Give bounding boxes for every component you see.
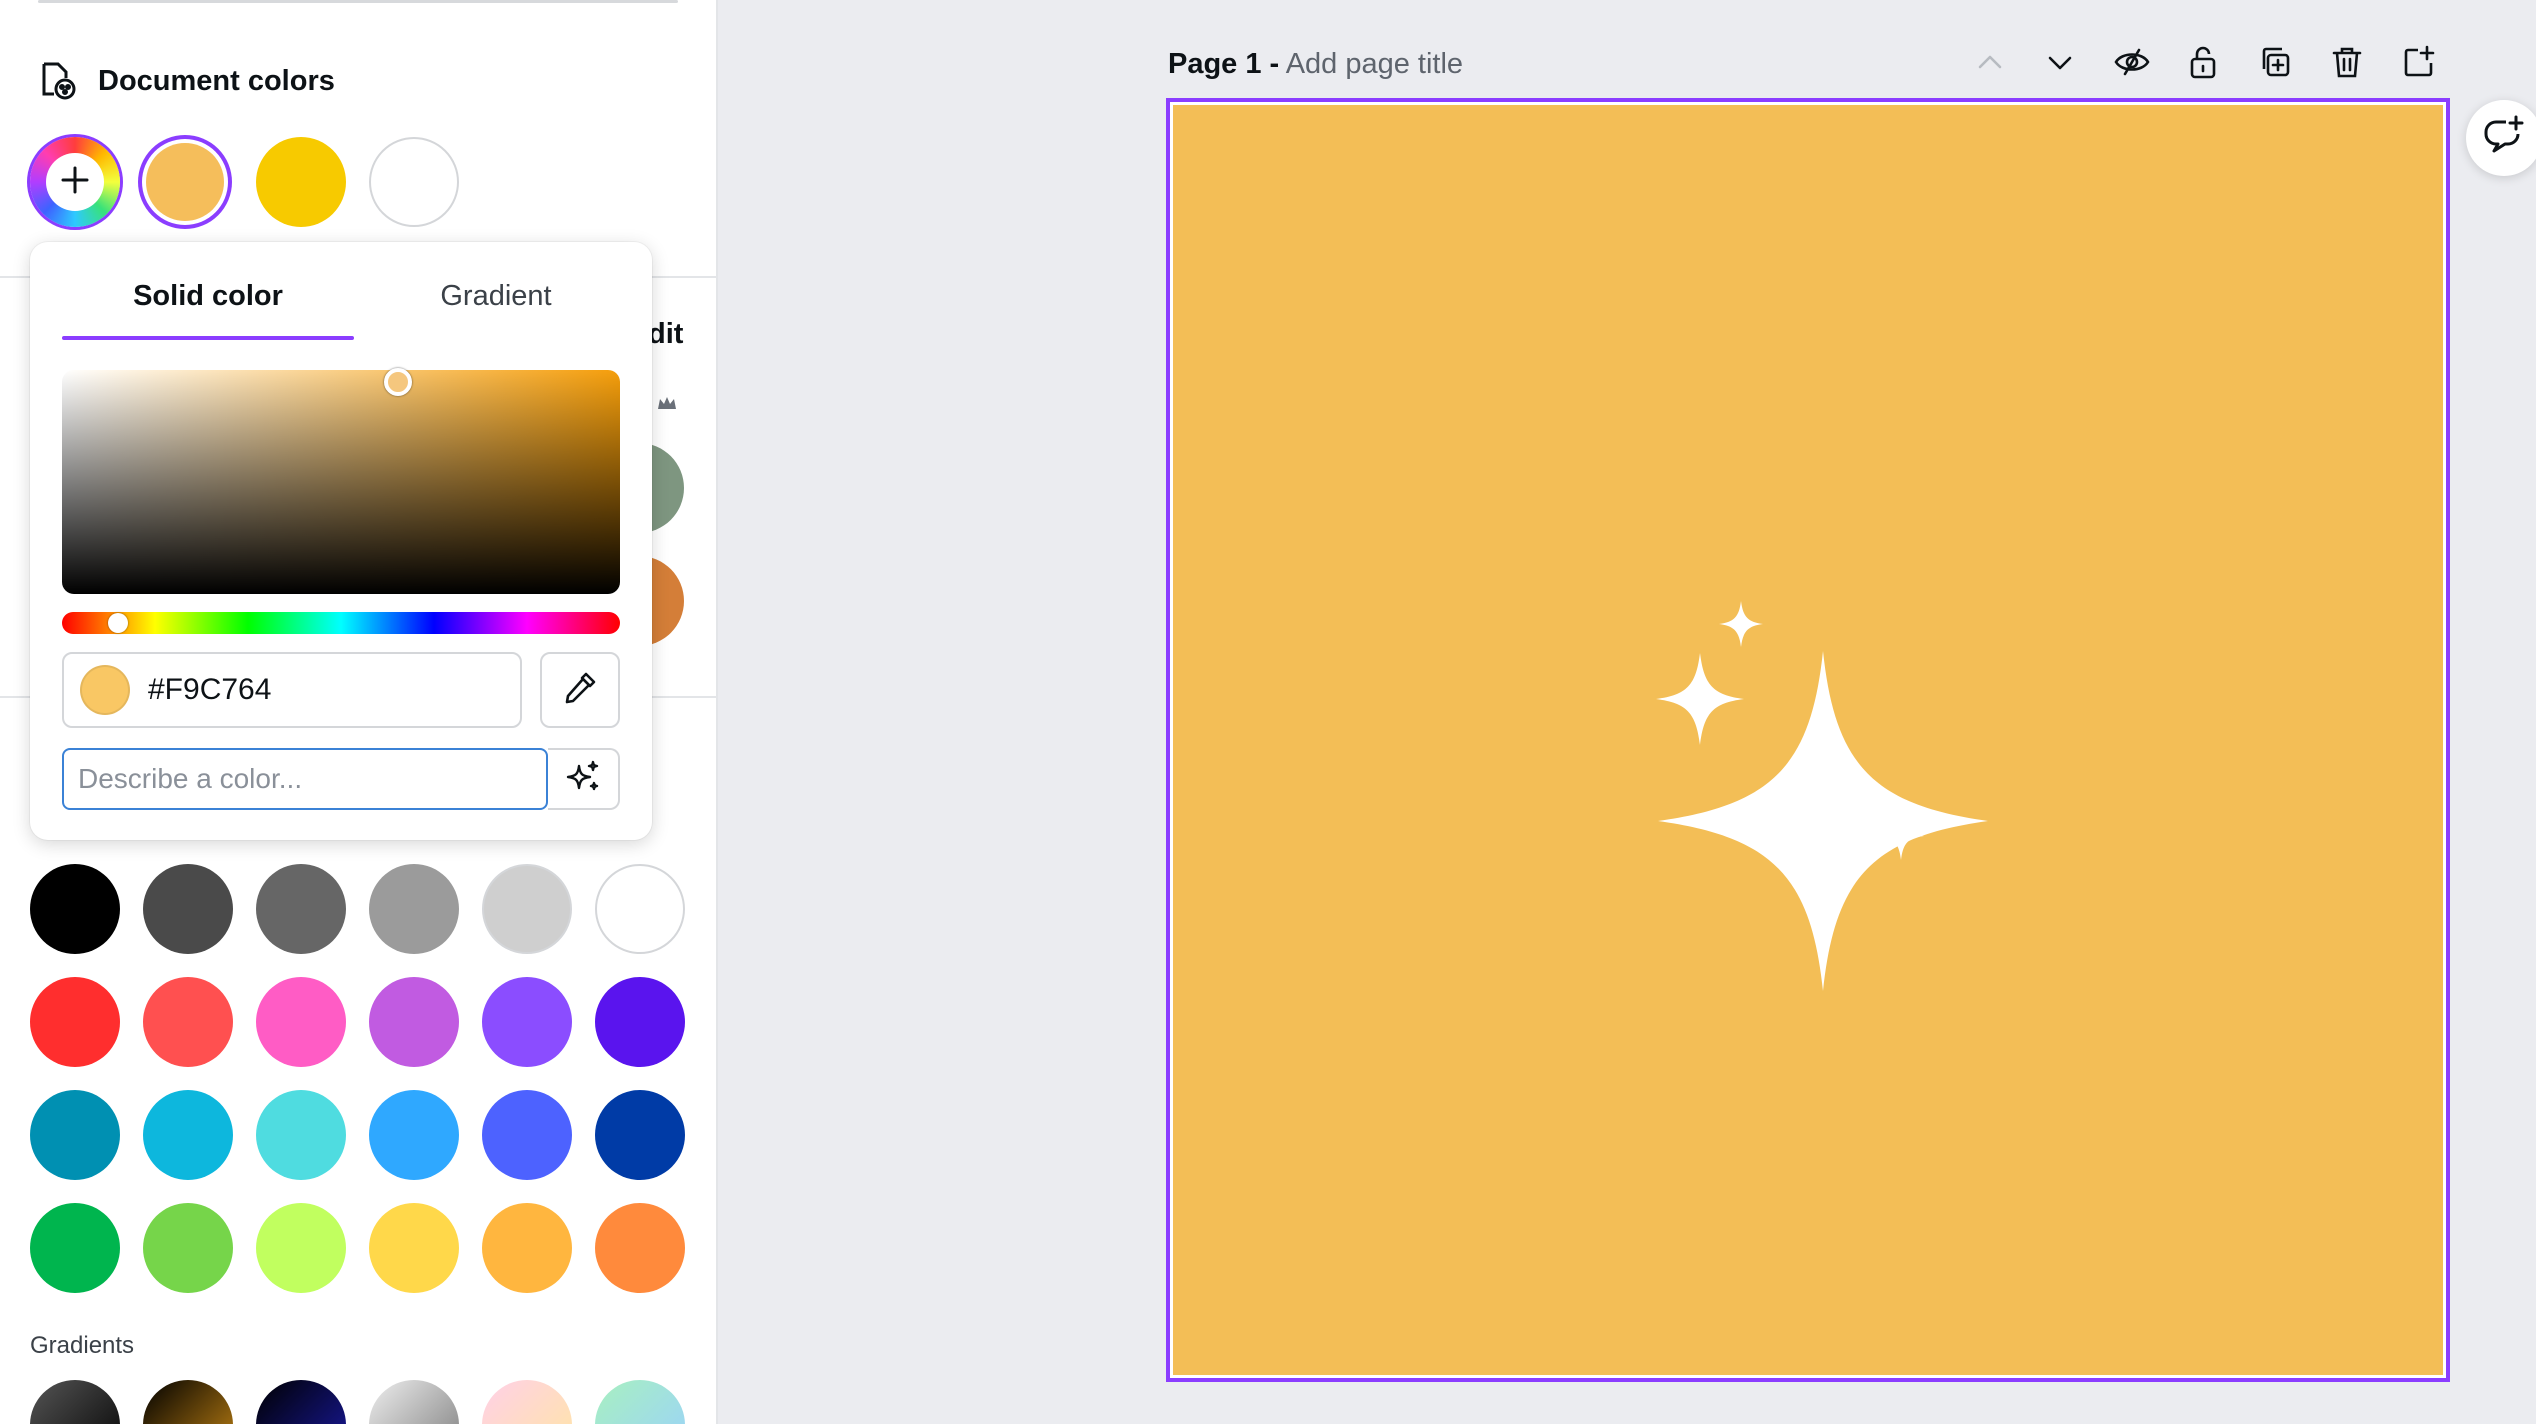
- sparkle-graphic[interactable]: [1173, 105, 2443, 1375]
- default-color-swatch[interactable]: [482, 1203, 572, 1293]
- default-color-swatch[interactable]: [482, 1090, 572, 1180]
- lock-icon: [2188, 44, 2218, 85]
- hex-color-field[interactable]: #F9C764: [62, 652, 522, 728]
- hue-slider-handle[interactable]: [107, 613, 128, 633]
- hex-value[interactable]: #F9C764: [148, 673, 271, 707]
- describe-color-input[interactable]: [62, 748, 548, 810]
- tab-gradient[interactable]: Gradient: [350, 280, 642, 320]
- eyedropper-button[interactable]: [540, 652, 620, 728]
- page-title-input[interactable]: Add page title: [1286, 48, 1463, 80]
- add-page-icon: [2402, 45, 2436, 84]
- add-comment-button[interactable]: [2466, 100, 2536, 176]
- move-page-down-button[interactable]: [2040, 44, 2080, 84]
- page-number-label: Page 1 -: [1168, 48, 1280, 80]
- saturation-handle[interactable]: [384, 368, 412, 396]
- default-color-swatch[interactable]: [256, 977, 346, 1067]
- default-color-swatch[interactable]: [143, 977, 233, 1067]
- default-color-swatch[interactable]: [482, 977, 572, 1067]
- saturation-brightness-field[interactable]: [62, 368, 620, 594]
- hide-page-button[interactable]: [2112, 44, 2152, 84]
- default-color-swatch[interactable]: [143, 1090, 233, 1180]
- default-color-swatch[interactable]: [369, 864, 459, 954]
- default-color-swatch[interactable]: [482, 864, 572, 954]
- page-background[interactable]: [1173, 105, 2443, 1375]
- default-color-swatch[interactable]: [143, 864, 233, 954]
- chevron-down-icon: [2045, 47, 2075, 82]
- add-color-button[interactable]: [30, 137, 120, 227]
- default-color-swatch[interactable]: [256, 1090, 346, 1180]
- page-header: Page 1 - Add page title: [1168, 48, 1463, 81]
- default-color-swatch[interactable]: [595, 1203, 685, 1293]
- document-palette-icon: [36, 58, 76, 105]
- current-color-chip: [80, 665, 130, 715]
- left-sparkle: [1656, 653, 1744, 745]
- default-color-swatch[interactable]: [595, 864, 685, 954]
- move-page-up-button[interactable]: [1970, 44, 2010, 84]
- color-picker-popover: Solid color Gradient #F9C764: [30, 242, 652, 840]
- document-colors-title: Document colors: [98, 65, 335, 97]
- gradient-swatch[interactable]: [256, 1380, 346, 1424]
- tab-solid-color[interactable]: Solid color: [62, 280, 354, 320]
- duplicate-page-button[interactable]: [2255, 44, 2295, 84]
- search-field-edge: [38, 0, 678, 3]
- default-color-swatch[interactable]: [595, 977, 685, 1067]
- add-page-button[interactable]: [2399, 44, 2439, 84]
- duplicate-page-icon: [2258, 45, 2292, 84]
- gradient-swatch[interactable]: [143, 1380, 233, 1424]
- default-color-swatch[interactable]: [30, 1090, 120, 1180]
- edit-link[interactable]: dit: [648, 318, 683, 351]
- top-sparkle: [1719, 601, 1763, 647]
- hue-slider[interactable]: [62, 612, 620, 634]
- add-comment-icon: [2482, 114, 2526, 163]
- active-tab-indicator: [62, 336, 354, 340]
- eyedropper-icon: [560, 668, 600, 713]
- document-color-swatch[interactable]: [369, 137, 459, 227]
- document-colors-header: Document colors: [36, 58, 335, 105]
- gradient-swatch[interactable]: [482, 1380, 572, 1424]
- generate-color-button[interactable]: [548, 748, 620, 810]
- chevron-up-icon: [1975, 47, 2005, 82]
- default-color-swatch[interactable]: [369, 977, 459, 1067]
- document-color-swatch[interactable]: [256, 137, 346, 227]
- default-color-swatch[interactable]: [595, 1090, 685, 1180]
- crown-icon: [656, 394, 678, 417]
- design-page[interactable]: [1166, 98, 2450, 1382]
- delete-icon: [2331, 45, 2363, 84]
- default-color-swatch[interactable]: [30, 864, 120, 954]
- default-color-swatch[interactable]: [143, 1203, 233, 1293]
- lock-page-button[interactable]: [2183, 44, 2223, 84]
- default-color-swatch[interactable]: [256, 1203, 346, 1293]
- gradients-label: Gradients: [30, 1332, 135, 1359]
- default-color-swatch[interactable]: [30, 1203, 120, 1293]
- default-color-swatch[interactable]: [369, 1090, 459, 1180]
- default-color-swatch[interactable]: [369, 1203, 459, 1293]
- gradient-swatch[interactable]: [369, 1380, 459, 1424]
- document-color-swatch[interactable]: [146, 143, 224, 221]
- default-color-swatch[interactable]: [30, 977, 120, 1067]
- gradient-swatch[interactable]: [30, 1380, 120, 1424]
- default-color-swatch[interactable]: [256, 864, 346, 954]
- sparkle-icon: [564, 758, 602, 801]
- plus-icon: [58, 163, 92, 202]
- delete-page-button[interactable]: [2327, 44, 2367, 84]
- hide-icon: [2113, 47, 2151, 82]
- gradient-swatch[interactable]: [595, 1380, 685, 1424]
